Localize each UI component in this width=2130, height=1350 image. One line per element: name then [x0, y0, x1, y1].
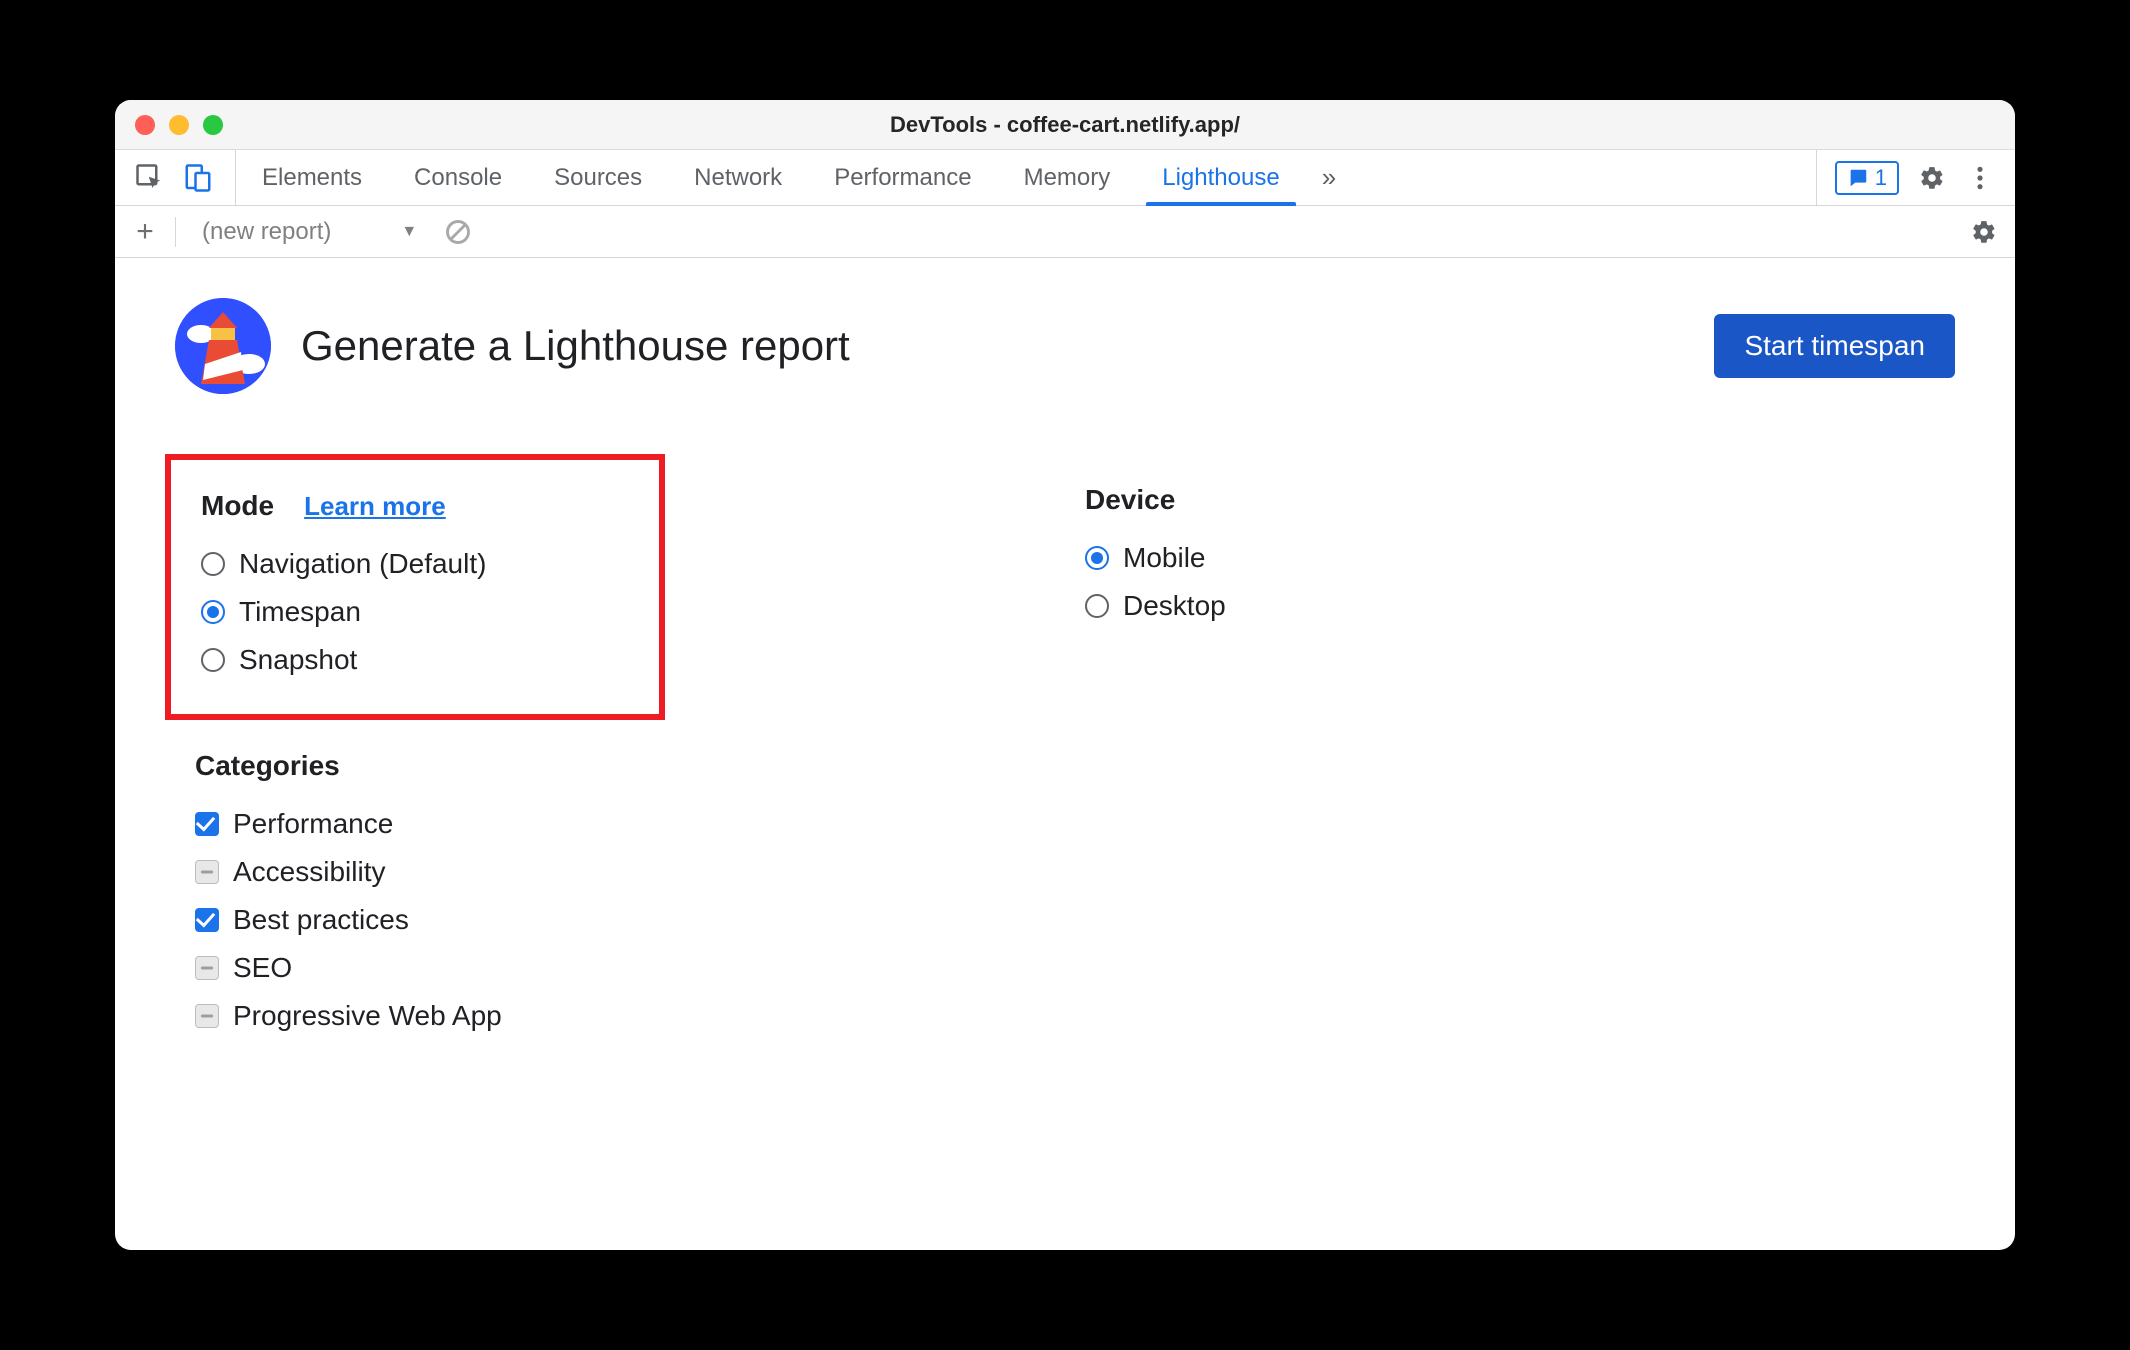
mode-section-highlighted: Mode Learn more Navigation (Default) Tim… [165, 454, 665, 720]
category-performance[interactable]: Performance [195, 800, 1065, 848]
lighthouse-panel: Generate a Lighthouse report Start times… [115, 258, 2015, 1250]
radio-icon [1085, 546, 1109, 570]
option-label: Best practices [233, 904, 409, 936]
more-options-icon[interactable] [1965, 163, 1995, 193]
settings-icon[interactable] [1917, 163, 1947, 193]
checkbox-icon [195, 908, 219, 932]
tab-label: Elements [262, 164, 362, 192]
mode-option-snapshot[interactable]: Snapshot [201, 636, 629, 684]
tab-label: Performance [834, 164, 971, 192]
issues-badge[interactable]: 1 [1835, 161, 1899, 195]
mode-option-navigation[interactable]: Navigation (Default) [201, 540, 629, 588]
page-title: Generate a Lighthouse report [301, 322, 850, 370]
tab-label: Network [694, 164, 782, 192]
option-label: Accessibility [233, 856, 385, 888]
panel-tabstrip: Elements Console Sources Network Perform… [115, 150, 2015, 206]
devtools-window: DevTools - coffee-cart.netlify.app/ Elem… [115, 100, 2015, 1250]
tab-console[interactable]: Console [388, 150, 528, 205]
option-label: Performance [233, 808, 393, 840]
tab-sources[interactable]: Sources [528, 150, 668, 205]
report-selector-label: (new report) [202, 218, 331, 246]
checkbox-icon [195, 860, 219, 884]
checkbox-icon [195, 956, 219, 980]
option-label: Navigation (Default) [239, 548, 486, 580]
tab-label: Memory [1024, 164, 1111, 192]
option-label: SEO [233, 952, 292, 984]
radio-icon [201, 648, 225, 672]
category-accessibility[interactable]: Accessibility [195, 848, 1065, 896]
tab-label: Lighthouse [1162, 164, 1279, 192]
categories-heading: Categories [195, 750, 340, 782]
inspect-element-icon[interactable] [135, 163, 165, 193]
radio-icon [201, 552, 225, 576]
device-section: Device Mobile Desktop [1085, 454, 1955, 1040]
titlebar: DevTools - coffee-cart.netlify.app/ [115, 100, 2015, 150]
learn-more-link[interactable]: Learn more [304, 491, 446, 522]
checkbox-icon [195, 812, 219, 836]
new-report-button[interactable]: + [131, 215, 159, 249]
lighthouse-settings-icon[interactable] [1969, 217, 1999, 247]
option-label: Progressive Web App [233, 1000, 502, 1032]
mode-heading: Mode [201, 490, 274, 522]
radio-icon [1085, 594, 1109, 618]
checkbox-icon [195, 1004, 219, 1028]
category-best-practices[interactable]: Best practices [195, 896, 1065, 944]
panel-tabs: Elements Console Sources Network Perform… [236, 150, 1306, 205]
tab-lighthouse[interactable]: Lighthouse [1136, 150, 1305, 205]
tab-memory[interactable]: Memory [998, 150, 1137, 205]
lighthouse-toolbar: + (new report) ▼ [115, 206, 2015, 258]
report-selector[interactable]: (new report) ▼ [192, 218, 427, 246]
device-toolbar-icon[interactable] [183, 163, 213, 193]
tabs-overflow-button[interactable]: » [1306, 162, 1352, 193]
categories-section: Categories Performance Accessibility Bes… [195, 750, 1065, 1040]
separator [175, 217, 176, 247]
device-option-desktop[interactable]: Desktop [1085, 582, 1955, 630]
tab-network[interactable]: Network [668, 150, 808, 205]
device-option-mobile[interactable]: Mobile [1085, 534, 1955, 582]
option-label: Timespan [239, 596, 361, 628]
device-heading: Device [1085, 484, 1175, 516]
close-window-button[interactable] [135, 115, 155, 135]
tab-performance[interactable]: Performance [808, 150, 997, 205]
option-label: Desktop [1123, 590, 1226, 622]
category-seo[interactable]: SEO [195, 944, 1065, 992]
category-pwa[interactable]: Progressive Web App [195, 992, 1065, 1040]
dropdown-caret-icon: ▼ [401, 223, 417, 241]
minimize-window-button[interactable] [169, 115, 189, 135]
tab-label: Sources [554, 164, 642, 192]
window-title: DevTools - coffee-cart.netlify.app/ [115, 112, 2015, 138]
option-label: Snapshot [239, 644, 357, 676]
issues-count: 1 [1875, 165, 1887, 191]
radio-icon [201, 600, 225, 624]
mode-option-timespan[interactable]: Timespan [201, 588, 629, 636]
clear-button[interactable] [443, 217, 473, 247]
tab-label: Console [414, 164, 502, 192]
tab-elements[interactable]: Elements [236, 150, 388, 205]
option-label: Mobile [1123, 542, 1205, 574]
start-timespan-button[interactable]: Start timespan [1714, 314, 1955, 378]
lighthouse-logo-icon [175, 298, 271, 394]
zoom-window-button[interactable] [203, 115, 223, 135]
